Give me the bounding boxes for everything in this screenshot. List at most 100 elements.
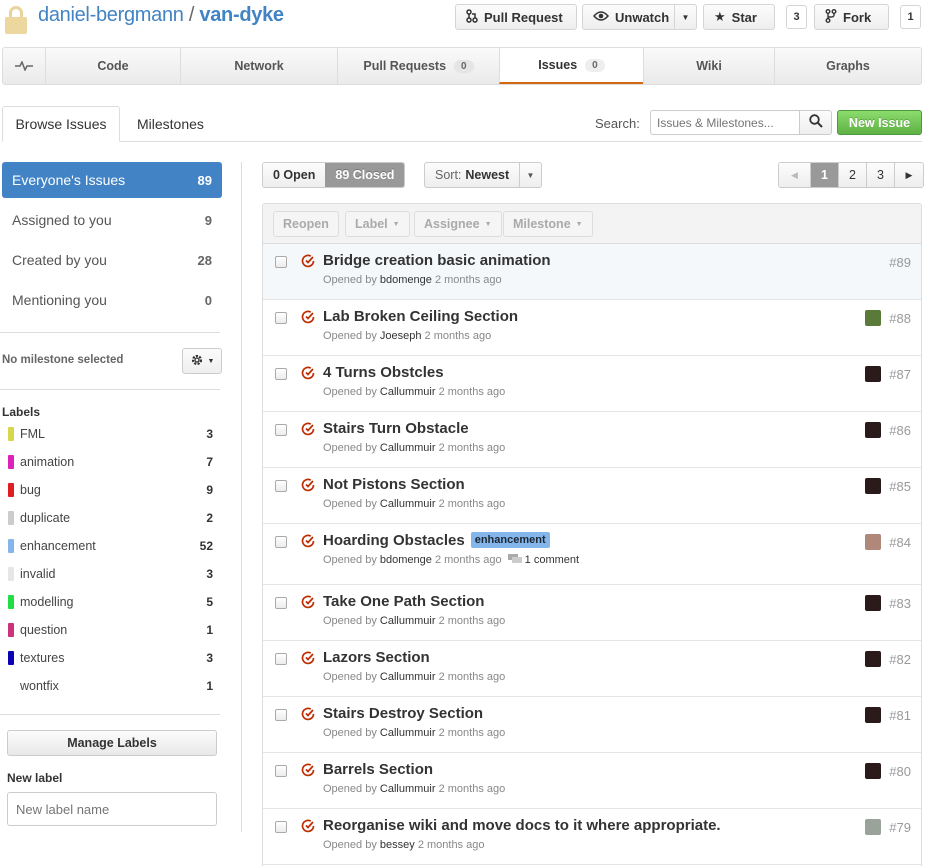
label-item-question[interactable]: question 1	[8, 616, 213, 644]
avatar[interactable]	[865, 819, 881, 835]
assignee-dropdown[interactable]: Assignee ▼	[414, 211, 502, 237]
issue-checkbox[interactable]	[275, 821, 287, 833]
new-label-input[interactable]	[7, 792, 217, 826]
star-count[interactable]: 3	[786, 5, 807, 29]
issue-checkbox[interactable]	[275, 480, 287, 492]
tab-browse-issues[interactable]: Browse Issues	[2, 106, 120, 142]
issue-title-link[interactable]: Not Pistons Section	[323, 476, 465, 493]
sort-dropdown[interactable]: Sort: Newest ▼	[424, 162, 542, 188]
issue-checkbox[interactable]	[275, 312, 287, 324]
issue-author-link[interactable]: Callummuir	[380, 615, 436, 627]
issue-title-link[interactable]: Bridge creation basic animation	[323, 252, 551, 269]
filter-everyones-issues[interactable]: Everyone's Issues 89	[2, 162, 222, 198]
issue-row[interactable]: 4 Turns Obstcles Opened by Callummuir 2 m…	[263, 356, 921, 412]
issue-title-link[interactable]: Barrels Section	[323, 761, 433, 778]
label-item-wontfix[interactable]: wontfix 1	[8, 672, 213, 700]
issue-title-link[interactable]: Stairs Turn Obstacle	[323, 420, 469, 437]
issue-checkbox[interactable]	[275, 653, 287, 665]
label-item-enhancement[interactable]: enhancement 52	[8, 532, 213, 560]
label-item-textures[interactable]: textures 3	[8, 644, 213, 672]
filter-created-by-you[interactable]: Created by you 28	[2, 242, 222, 278]
label-item-fml[interactable]: FML 3	[8, 420, 213, 448]
issue-row[interactable]: Reorganise wiki and move docs to it wher…	[263, 809, 921, 865]
avatar[interactable]	[865, 534, 881, 550]
new-issue-button[interactable]: New Issue	[837, 110, 922, 135]
issue-title-link[interactable]: Reorganise wiki and move docs to it wher…	[323, 817, 721, 834]
issue-author-link[interactable]: Callummuir	[380, 671, 436, 683]
issue-checkbox[interactable]	[275, 368, 287, 380]
issue-author-link[interactable]: Callummuir	[380, 442, 436, 454]
issue-row[interactable]: Stairs Turn Obstacle Opened by Callummuir…	[263, 412, 921, 468]
milestone-dropdown[interactable]: Milestone ▼	[503, 211, 593, 237]
search-input[interactable]	[650, 110, 800, 135]
milestone-select-button[interactable]: ▼	[182, 348, 222, 374]
tab-network[interactable]: Network	[180, 48, 337, 84]
issue-title-link[interactable]: Take One Path Section	[323, 593, 484, 610]
tab-code[interactable]: Code	[45, 48, 180, 84]
reopen-button[interactable]: Reopen	[273, 211, 339, 237]
label-item-bug[interactable]: bug 9	[8, 476, 213, 504]
label-dropdown[interactable]: Label ▼	[345, 211, 410, 237]
star-button[interactable]: ★ Star	[703, 4, 775, 30]
tab-graphs[interactable]: Graphs	[774, 48, 921, 84]
avatar[interactable]	[865, 422, 881, 438]
avatar[interactable]	[865, 478, 881, 494]
issue-checkbox[interactable]	[275, 424, 287, 436]
filter-assigned-to-you[interactable]: Assigned to you 9	[2, 202, 222, 238]
issue-row[interactable]: Take One Path Section Opened by Callummui…	[263, 585, 921, 641]
label-item-animation[interactable]: animation 7	[8, 448, 213, 476]
issue-author-link[interactable]: Callummuir	[380, 498, 436, 510]
fork-button[interactable]: Fork	[814, 4, 889, 30]
issue-author-link[interactable]: Callummuir	[380, 727, 436, 739]
issue-title-link[interactable]: Lazors Section	[323, 649, 430, 666]
avatar[interactable]	[865, 651, 881, 667]
issue-title-link[interactable]: Stairs Destroy Section	[323, 705, 483, 722]
issue-row[interactable]: Barrels Section Opened by Callummuir 2 mo…	[263, 753, 921, 809]
pulse-icon[interactable]	[3, 48, 45, 84]
label-item-duplicate[interactable]: duplicate 2	[8, 504, 213, 532]
repo-owner-link[interactable]: daniel-bergmann	[38, 4, 184, 26]
issue-author-link[interactable]: Joeseph	[380, 330, 422, 342]
avatar[interactable]	[865, 366, 881, 382]
avatar[interactable]	[865, 707, 881, 723]
next-page-button[interactable]: ▶	[894, 163, 923, 187]
label-item-modelling[interactable]: modelling 5	[8, 588, 213, 616]
page-2-button[interactable]: 2	[838, 163, 866, 187]
tab-milestones[interactable]: Milestones	[137, 106, 204, 142]
issue-author-link[interactable]: bdomenge	[380, 274, 432, 286]
issue-row[interactable]: Bridge creation basic animation Opened by…	[263, 244, 921, 300]
pull-request-button[interactable]: Pull Request	[455, 4, 577, 30]
issue-comments-link[interactable]: 1 comment	[507, 554, 579, 566]
issue-row[interactable]: Hoarding Obstacles enhancement Opened by b…	[263, 524, 921, 585]
tab-pull-requests[interactable]: Pull Requests 0	[337, 48, 499, 84]
issue-author-link[interactable]: Callummuir	[380, 783, 436, 795]
unwatch-button[interactable]: Unwatch ▼	[582, 4, 697, 30]
issue-label-badge[interactable]: enhancement	[470, 532, 550, 548]
issue-title-link[interactable]: 4 Turns Obstcles	[323, 364, 444, 381]
issue-row[interactable]: Not Pistons Section Opened by Callummuir …	[263, 468, 921, 524]
issue-author-link[interactable]: bessey	[380, 839, 415, 851]
issue-checkbox[interactable]	[275, 765, 287, 777]
tab-issues[interactable]: Issues 0	[499, 48, 643, 84]
issue-title-link[interactable]: Hoarding Obstacles enhancement	[323, 532, 550, 549]
search-button[interactable]	[799, 110, 832, 135]
label-item-invalid[interactable]: invalid 3	[8, 560, 213, 588]
issue-checkbox[interactable]	[275, 536, 287, 548]
issue-row[interactable]: Stairs Destroy Section Opened by Callummu…	[263, 697, 921, 753]
issue-author-link[interactable]: Callummuir	[380, 386, 436, 398]
open-issues-button[interactable]: 0 Open	[263, 163, 326, 187]
avatar[interactable]	[865, 763, 881, 779]
prev-page-button[interactable]: ◀	[779, 163, 810, 187]
filter-mentioning-you[interactable]: Mentioning you 0	[2, 282, 222, 318]
page-3-button[interactable]: 3	[866, 163, 894, 187]
avatar[interactable]	[865, 310, 881, 326]
repo-name-link[interactable]: van-dyke	[199, 4, 284, 26]
issue-row[interactable]: Lab Broken Ceiling Section Opened by Joes…	[263, 300, 921, 356]
issue-checkbox[interactable]	[275, 709, 287, 721]
chevron-down-icon[interactable]: ▼	[674, 5, 696, 29]
avatar[interactable]	[865, 595, 881, 611]
issue-title-link[interactable]: Lab Broken Ceiling Section	[323, 308, 518, 325]
issue-checkbox[interactable]	[275, 597, 287, 609]
fork-count[interactable]: 1	[900, 5, 921, 29]
issue-checkbox[interactable]	[275, 256, 287, 268]
